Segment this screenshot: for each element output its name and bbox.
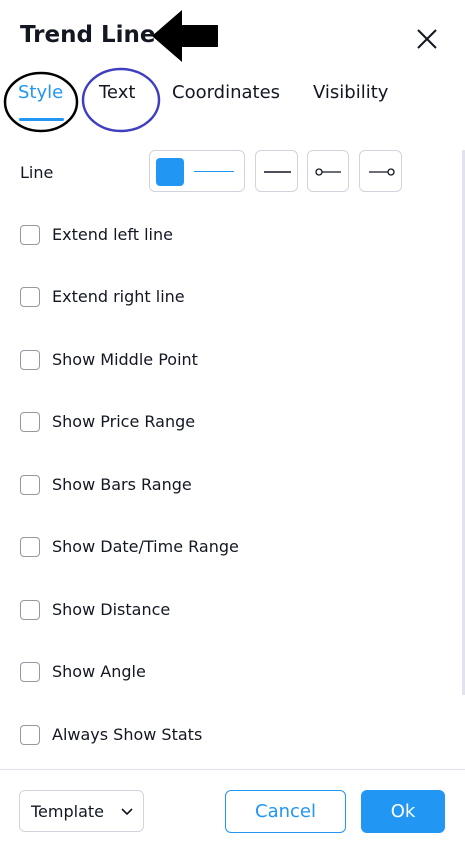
checkbox[interactable]	[20, 475, 40, 495]
checkbox[interactable]	[20, 662, 40, 682]
line-style-row: Line	[0, 150, 465, 196]
checkbox[interactable]	[20, 412, 40, 432]
template-dropdown[interactable]: Template	[19, 790, 144, 832]
tab-coordinates[interactable]: Coordinates	[172, 82, 280, 103]
left-end-button[interactable]	[307, 150, 349, 192]
option-label[interactable]: Show Bars Range	[52, 475, 192, 494]
color-swatch	[156, 158, 184, 186]
option-show-bars-range: Show Bars Range	[0, 467, 465, 507]
option-show-price-range: Show Price Range	[0, 404, 465, 444]
option-label[interactable]: Show Date/Time Range	[52, 537, 239, 556]
option-label[interactable]: Show Angle	[52, 662, 146, 681]
dialog-header: Trend Line	[0, 0, 465, 76]
option-always-show-stats: Always Show Stats	[0, 717, 465, 757]
checkbox[interactable]	[20, 350, 40, 370]
option-label[interactable]: Show Distance	[52, 600, 170, 619]
line-preview	[194, 171, 234, 172]
option-show-distance: Show Distance	[0, 592, 465, 632]
right-end-button[interactable]	[359, 150, 402, 192]
line-width-icon	[264, 171, 291, 173]
option-show-angle: Show Angle	[0, 654, 465, 694]
line-width-button[interactable]	[255, 150, 298, 192]
option-show-middle-point: Show Middle Point	[0, 342, 465, 382]
line-label: Line	[20, 163, 54, 182]
option-extend-left: Extend left line	[0, 217, 465, 257]
ok-button[interactable]: Ok	[361, 790, 445, 833]
option-label[interactable]: Extend right line	[52, 287, 185, 306]
tab-style[interactable]: Style	[18, 82, 63, 103]
tab-visibility[interactable]: Visibility	[313, 82, 388, 103]
tab-text[interactable]: Text	[99, 82, 135, 103]
checkbox[interactable]	[20, 225, 40, 245]
template-label: Template	[31, 802, 105, 821]
checkbox[interactable]	[20, 287, 40, 307]
close-icon[interactable]	[412, 24, 442, 54]
left-end-circle-icon	[315, 168, 341, 176]
option-show-datetime-range: Show Date/Time Range	[0, 529, 465, 569]
footer-divider	[0, 769, 465, 770]
right-end-circle-icon	[369, 168, 395, 176]
dialog-title: Trend Line	[20, 22, 156, 48]
checkbox[interactable]	[20, 537, 40, 557]
option-label[interactable]: Show Middle Point	[52, 350, 198, 369]
option-label[interactable]: Extend left line	[52, 225, 173, 244]
option-label[interactable]: Always Show Stats	[52, 725, 202, 744]
arrow-left-icon	[152, 10, 218, 62]
option-label[interactable]: Show Price Range	[52, 412, 195, 431]
checkbox[interactable]	[20, 600, 40, 620]
checkbox[interactable]	[20, 725, 40, 745]
chevron-down-icon	[121, 808, 133, 816]
option-extend-right: Extend right line	[0, 279, 465, 319]
cancel-button[interactable]: Cancel	[225, 790, 346, 833]
trend-line-dialog: Trend Line Style Text Coordinates Visibi…	[0, 0, 465, 846]
line-color-picker[interactable]	[149, 150, 245, 192]
tab-bar: Style Text Coordinates Visibility	[0, 72, 465, 132]
active-tab-indicator	[19, 118, 64, 121]
